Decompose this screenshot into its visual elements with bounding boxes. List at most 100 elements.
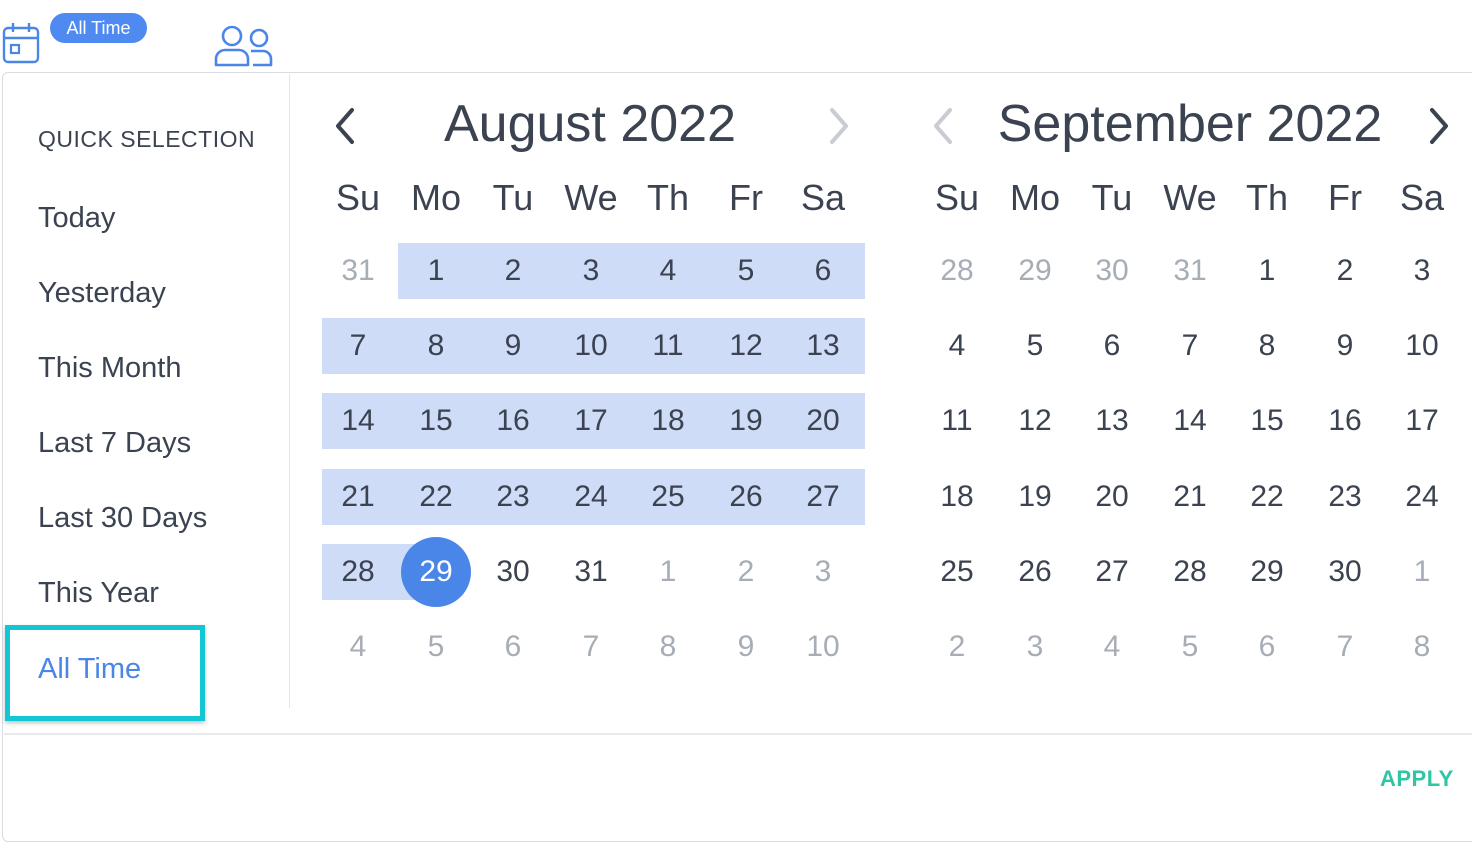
- day-cell[interactable]: 31: [321, 243, 395, 299]
- day-cell[interactable]: 30: [1075, 243, 1149, 299]
- day-cell[interactable]: 30: [476, 544, 550, 600]
- day-cell[interactable]: 1: [1385, 544, 1459, 600]
- day-cell[interactable]: 20: [1075, 469, 1149, 525]
- day-cell[interactable]: 21: [1153, 469, 1227, 525]
- day-cell[interactable]: 4: [920, 318, 994, 374]
- month-title-august: August 2022: [443, 95, 737, 153]
- day-cell[interactable]: 10: [1385, 318, 1459, 374]
- day-cell[interactable]: 7: [554, 619, 628, 675]
- day-cell[interactable]: 1: [399, 243, 473, 299]
- day-cell[interactable]: 18: [920, 469, 994, 525]
- day-cell[interactable]: 5: [399, 619, 473, 675]
- day-cell[interactable]: 28: [1153, 544, 1227, 600]
- day-cell[interactable]: 15: [1230, 393, 1304, 449]
- day-cell[interactable]: 2: [476, 243, 550, 299]
- day-cell[interactable]: 20: [786, 393, 860, 449]
- day-cell[interactable]: 19: [709, 393, 783, 449]
- day-cell[interactable]: 12: [998, 393, 1072, 449]
- quick-option-last-30-days[interactable]: Last 30 Days: [38, 498, 207, 538]
- quick-option-this-year[interactable]: This Year: [38, 573, 159, 613]
- day-cell[interactable]: 5: [998, 318, 1072, 374]
- day-cell[interactable]: 6: [476, 619, 550, 675]
- day-cell[interactable]: 22: [1230, 469, 1304, 525]
- day-cell[interactable]: 8: [1230, 318, 1304, 374]
- day-cell[interactable]: 4: [1075, 619, 1149, 675]
- day-cell[interactable]: 10: [786, 619, 860, 675]
- day-cell[interactable]: 29: [1230, 544, 1304, 600]
- day-cell[interactable]: 18: [631, 393, 705, 449]
- day-cell[interactable]: 27: [786, 469, 860, 525]
- day-cell[interactable]: 24: [1385, 469, 1459, 525]
- next-month-button[interactable]: [1424, 106, 1454, 146]
- day-cell[interactable]: 7: [321, 318, 395, 374]
- prev-month-button[interactable]: [330, 106, 360, 146]
- day-cell[interactable]: 13: [1075, 393, 1149, 449]
- day-cell[interactable]: 17: [1385, 393, 1459, 449]
- day-cell[interactable]: 13: [786, 318, 860, 374]
- day-cell[interactable]: 8: [631, 619, 705, 675]
- day-cell[interactable]: 6: [786, 243, 860, 299]
- day-cell[interactable]: 9: [1308, 318, 1382, 374]
- day-cell[interactable]: 17: [554, 393, 628, 449]
- day-cell[interactable]: 1: [1230, 243, 1304, 299]
- day-cell[interactable]: 19: [998, 469, 1072, 525]
- day-cell[interactable]: 14: [321, 393, 395, 449]
- day-cell[interactable]: 8: [1385, 619, 1459, 675]
- day-cell[interactable]: 6: [1230, 619, 1304, 675]
- day-cell[interactable]: 9: [476, 318, 550, 374]
- day-cell[interactable]: 23: [476, 469, 550, 525]
- day-cell[interactable]: 5: [1153, 619, 1227, 675]
- day-cell[interactable]: 5: [709, 243, 783, 299]
- quick-option-this-month[interactable]: This Month: [38, 348, 181, 388]
- day-cell[interactable]: 2: [1308, 243, 1382, 299]
- apply-button[interactable]: APPLY: [1380, 766, 1454, 792]
- day-cell[interactable]: 15: [399, 393, 473, 449]
- day-cell[interactable]: 27: [1075, 544, 1149, 600]
- day-cell[interactable]: 29: [399, 544, 473, 600]
- day-cell[interactable]: 3: [1385, 243, 1459, 299]
- day-cell[interactable]: 12: [709, 318, 783, 374]
- day-cell[interactable]: 2: [920, 619, 994, 675]
- day-cell[interactable]: 28: [920, 243, 994, 299]
- day-cell[interactable]: 31: [554, 544, 628, 600]
- day-cell[interactable]: 7: [1153, 318, 1227, 374]
- day-cell[interactable]: 2: [709, 544, 783, 600]
- quick-option-yesterday[interactable]: Yesterday: [38, 273, 166, 313]
- day-cell[interactable]: 28: [321, 544, 395, 600]
- day-cell[interactable]: 14: [1153, 393, 1227, 449]
- day-cell[interactable]: 24: [554, 469, 628, 525]
- quick-option-last-7-days[interactable]: Last 7 Days: [38, 423, 191, 463]
- day-cell[interactable]: 25: [920, 544, 994, 600]
- day-cell[interactable]: 22: [399, 469, 473, 525]
- day-cell[interactable]: 1: [631, 544, 705, 600]
- day-cell[interactable]: 6: [1075, 318, 1149, 374]
- day-cell[interactable]: 3: [998, 619, 1072, 675]
- day-cell[interactable]: 9: [709, 619, 783, 675]
- quick-selection-title: QUICK SELECTION: [38, 126, 256, 152]
- day-cell[interactable]: 31: [1153, 243, 1227, 299]
- day-cell[interactable]: 10: [554, 318, 628, 374]
- day-cell[interactable]: 16: [1308, 393, 1382, 449]
- date-range-badge[interactable]: All Time: [50, 13, 147, 43]
- day-cell[interactable]: 4: [321, 619, 395, 675]
- day-cell[interactable]: 23: [1308, 469, 1382, 525]
- day-cell[interactable]: 11: [920, 393, 994, 449]
- day-cell[interactable]: 26: [709, 469, 783, 525]
- day-cell[interactable]: 30: [1308, 544, 1382, 600]
- day-cell[interactable]: 26: [998, 544, 1072, 600]
- weekday-label: Su: [335, 177, 381, 218]
- day-cell[interactable]: 3: [554, 243, 628, 299]
- day-cell[interactable]: 25: [631, 469, 705, 525]
- quick-option-today[interactable]: Today: [38, 198, 115, 238]
- calendar-icon[interactable]: [2, 22, 40, 64]
- day-cell[interactable]: 8: [399, 318, 473, 374]
- day-cell[interactable]: 4: [631, 243, 705, 299]
- day-cell[interactable]: 7: [1308, 619, 1382, 675]
- users-icon[interactable]: [213, 24, 275, 68]
- day-cell[interactable]: 29: [998, 243, 1072, 299]
- day-cell[interactable]: 21: [321, 469, 395, 525]
- day-cell[interactable]: 11: [631, 318, 705, 374]
- day-cell[interactable]: 16: [476, 393, 550, 449]
- day-cell[interactable]: 3: [786, 544, 860, 600]
- weekday-label: Sa: [1399, 177, 1445, 218]
